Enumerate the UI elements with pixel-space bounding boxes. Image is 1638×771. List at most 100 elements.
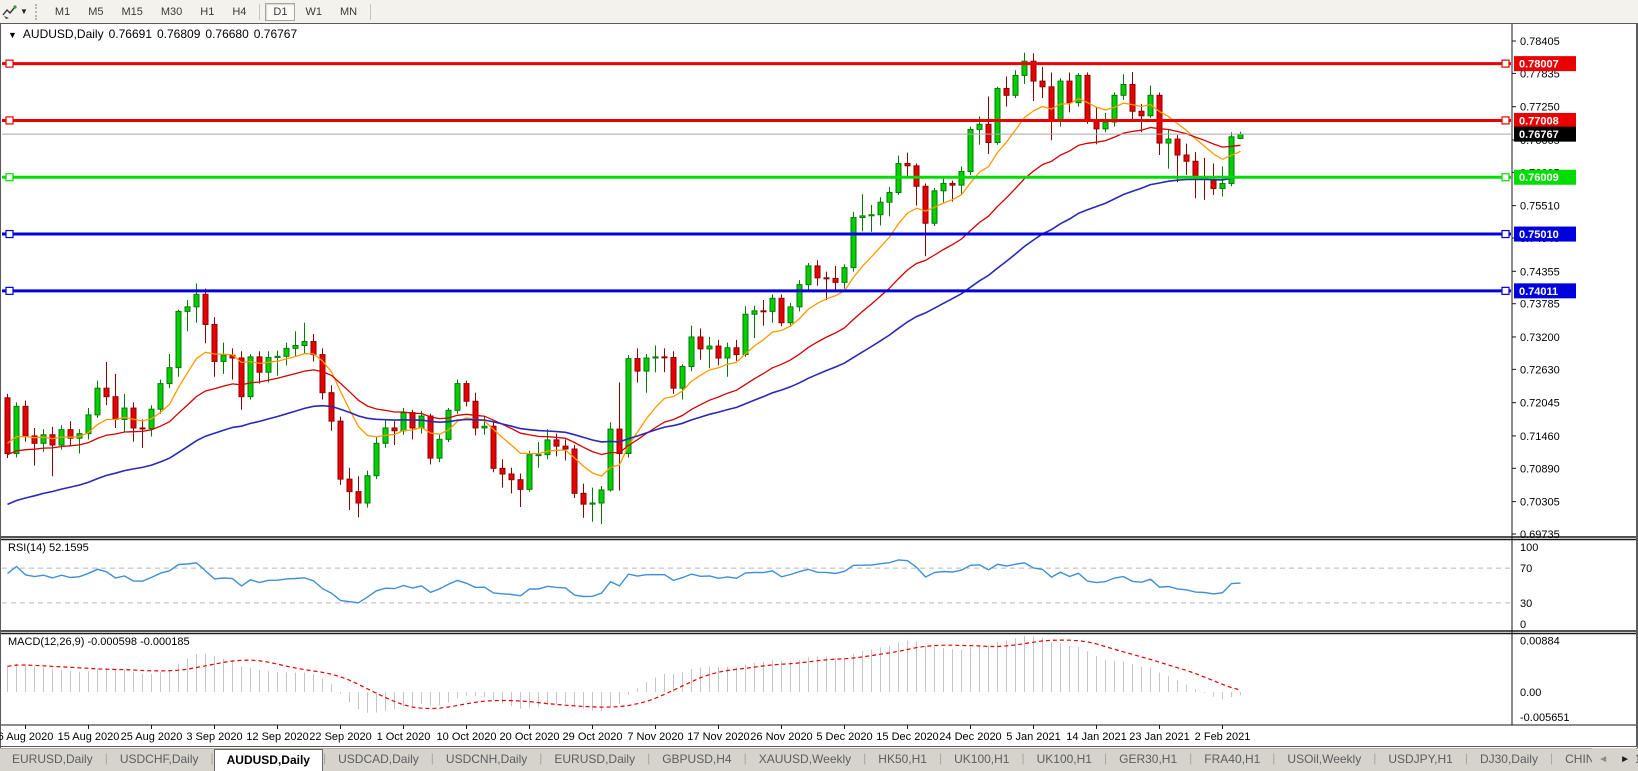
tab-usdjpy-h1[interactable]: USDJPY,H1 bbox=[1376, 749, 1464, 771]
timeframe-button-D1[interactable]: D1 bbox=[265, 3, 295, 21]
tabs-scroll-left-icon[interactable]: ◄ bbox=[1592, 754, 1614, 765]
chart-frame bbox=[1, 24, 1637, 747]
price-tick-label: 0.72630 bbox=[1520, 364, 1560, 376]
price-tick-label: 0.70890 bbox=[1520, 463, 1560, 475]
date-tick-label: 10 Oct 2020 bbox=[437, 731, 497, 743]
current-price-label: 0.76767 bbox=[1514, 127, 1576, 142]
date-tick-label: 14 Jan 2021 bbox=[1066, 731, 1127, 743]
date-tick-label: 12 Sep 2020 bbox=[246, 731, 308, 743]
tab-usdcad-daily[interactable]: USDCAD,Daily bbox=[326, 749, 431, 771]
chart-canvas[interactable]: 0.784050.778350.772500.766650.760950.755… bbox=[0, 23, 1638, 748]
hline-handle[interactable] bbox=[6, 174, 13, 181]
ohlc-close: 0.76767 bbox=[254, 27, 297, 41]
price-tick-label: 0.77250 bbox=[1520, 102, 1560, 114]
macd-histogram bbox=[8, 636, 1241, 713]
tab-uk100-h1[interactable]: UK100,H1 bbox=[1025, 749, 1104, 771]
price-tick-label: 0.73785 bbox=[1520, 299, 1560, 311]
rsi-line bbox=[8, 560, 1241, 603]
macd-signal-line bbox=[8, 640, 1241, 709]
hline-handle[interactable] bbox=[6, 117, 13, 124]
chart-menu-icon[interactable]: ▼ bbox=[8, 30, 17, 40]
tab-ger30-h1[interactable]: GER30,H1 bbox=[1107, 749, 1189, 771]
candles bbox=[5, 53, 1243, 524]
timeframe-button-W1[interactable]: W1 bbox=[297, 3, 330, 21]
chevron-down-icon[interactable]: ▼ bbox=[20, 7, 28, 16]
rsi-axis-label: 0 bbox=[1520, 619, 1526, 631]
date-tick-label: 5 Dec 2020 bbox=[816, 731, 872, 743]
price-tick-label: 0.78405 bbox=[1520, 36, 1560, 48]
rsi-indicator-label: RSI(14) 52.1595 bbox=[8, 542, 89, 554]
chart-cursor-icon[interactable] bbox=[1, 3, 19, 21]
svg-text:0.74011: 0.74011 bbox=[1519, 286, 1558, 298]
hline-price-label: 0.76009 bbox=[1514, 170, 1576, 185]
date-tick-label: 3 Sep 2020 bbox=[186, 731, 242, 743]
toolbar-separator bbox=[370, 4, 371, 20]
timeframe-button-H1[interactable]: H1 bbox=[192, 3, 222, 21]
date-tick-label: 25 Aug 2020 bbox=[121, 731, 183, 743]
ohlc-low: 0.76680 bbox=[205, 27, 248, 41]
hline-price-label: 0.77008 bbox=[1514, 113, 1576, 128]
tab-hk50-h1[interactable]: HK50,H1 bbox=[866, 749, 939, 771]
hline-handle[interactable] bbox=[6, 231, 13, 238]
price-tick-label: 0.74355 bbox=[1520, 266, 1560, 278]
timeframe-button-M15[interactable]: M15 bbox=[113, 3, 150, 21]
timeframe-button-H4[interactable]: H4 bbox=[224, 3, 254, 21]
price-tick-label: 0.71460 bbox=[1520, 431, 1560, 443]
timeframe-button-M30[interactable]: M30 bbox=[153, 3, 190, 21]
rsi-axis-label: 70 bbox=[1520, 563, 1532, 575]
date-tick-label: 5 Jan 2021 bbox=[1006, 731, 1060, 743]
date-tick-label: 2 Feb 2021 bbox=[1195, 731, 1251, 743]
date-tick-label: 6 Aug 2020 bbox=[0, 731, 53, 743]
timeframe-button-MN[interactable]: MN bbox=[332, 3, 365, 21]
date-tick-label: 29 Oct 2020 bbox=[563, 731, 623, 743]
tab-usoil-weekly[interactable]: USOil,Weekly bbox=[1275, 749, 1373, 771]
rsi-axis-label: 30 bbox=[1520, 598, 1532, 610]
date-tick-label: 24 Dec 2020 bbox=[939, 731, 1001, 743]
macd-axis-label: -0.005651 bbox=[1520, 712, 1570, 724]
date-tick-label: 20 Oct 2020 bbox=[500, 731, 560, 743]
hline-handle[interactable] bbox=[1502, 117, 1509, 124]
timeframe-button-M5[interactable]: M5 bbox=[80, 3, 111, 21]
tab-audusd-daily[interactable]: AUDUSD,Daily bbox=[214, 749, 323, 771]
price-tick-label: 0.72045 bbox=[1520, 398, 1560, 410]
hline-handle[interactable] bbox=[1502, 231, 1509, 238]
svg-text:0.76767: 0.76767 bbox=[1519, 129, 1559, 141]
hline-handle[interactable] bbox=[1502, 287, 1509, 294]
hline-handle[interactable] bbox=[1502, 60, 1509, 67]
svg-text:0.75010: 0.75010 bbox=[1519, 229, 1559, 241]
price-tick-label: 0.75510 bbox=[1520, 201, 1560, 213]
tab-gbpusd-h4[interactable]: GBPUSD,H4 bbox=[650, 749, 743, 771]
tab-eurusd-daily[interactable]: EURUSD,Daily bbox=[542, 749, 647, 771]
tab-xauusd-weekly[interactable]: XAUUSD,Weekly bbox=[747, 749, 863, 771]
tab-dj30-daily[interactable]: DJ30,Daily bbox=[1468, 749, 1550, 771]
symbol-period-label: AUDUSD,Daily bbox=[23, 27, 104, 41]
date-tick-label: 22 Sep 2020 bbox=[309, 731, 371, 743]
tab-eurusd-daily[interactable]: EURUSD,Daily bbox=[0, 749, 105, 771]
svg-text:0.77008: 0.77008 bbox=[1519, 115, 1559, 127]
macd-axis-label: 0.00884 bbox=[1520, 636, 1560, 648]
date-tick-label: 23 Jan 2021 bbox=[1129, 731, 1190, 743]
tab-usdchf-daily[interactable]: USDCHF,Daily bbox=[108, 749, 211, 771]
tab-usdcnh-daily[interactable]: USDCNH,Daily bbox=[434, 749, 539, 771]
timeframe-button-M1[interactable]: M1 bbox=[47, 3, 78, 21]
date-tick-label: 15 Aug 2020 bbox=[58, 731, 120, 743]
rsi-axis-label: 100 bbox=[1520, 542, 1538, 554]
hline-price-label: 0.78007 bbox=[1514, 56, 1576, 71]
chart-title: ▼AUDUSD,Daily0.766910.768090.766800.7676… bbox=[8, 27, 302, 41]
macd-indicator-label: MACD(12,26,9) -0.000598 -0.000185 bbox=[8, 636, 190, 648]
price-tick-label: 0.69735 bbox=[1520, 529, 1560, 541]
hline-handle[interactable] bbox=[6, 60, 13, 67]
svg-text:0.76009: 0.76009 bbox=[1519, 172, 1559, 184]
hline-handle[interactable] bbox=[6, 287, 13, 294]
price-tick-label: 0.70305 bbox=[1520, 497, 1560, 509]
macd-axis-label: 0.00 bbox=[1520, 687, 1541, 699]
date-tick-label: 26 Nov 2020 bbox=[750, 731, 812, 743]
tabs-scroll-right-icon[interactable]: ► bbox=[1614, 754, 1636, 765]
tab-uk100-h1[interactable]: UK100,H1 bbox=[942, 749, 1021, 771]
hline-handle[interactable] bbox=[1502, 174, 1509, 181]
mt4-window: ▼ M1M5M15M30H1H4 D1W1MN ▼ AUDUSD,Daily 0.76… bbox=[0, 0, 1638, 771]
svg-text:0.78007: 0.78007 bbox=[1519, 59, 1559, 71]
date-tick-label: 15 Dec 2020 bbox=[876, 731, 938, 743]
tab-fra40-h1[interactable]: FRA40,H1 bbox=[1192, 749, 1272, 771]
toolbar-grip[interactable] bbox=[35, 4, 40, 20]
